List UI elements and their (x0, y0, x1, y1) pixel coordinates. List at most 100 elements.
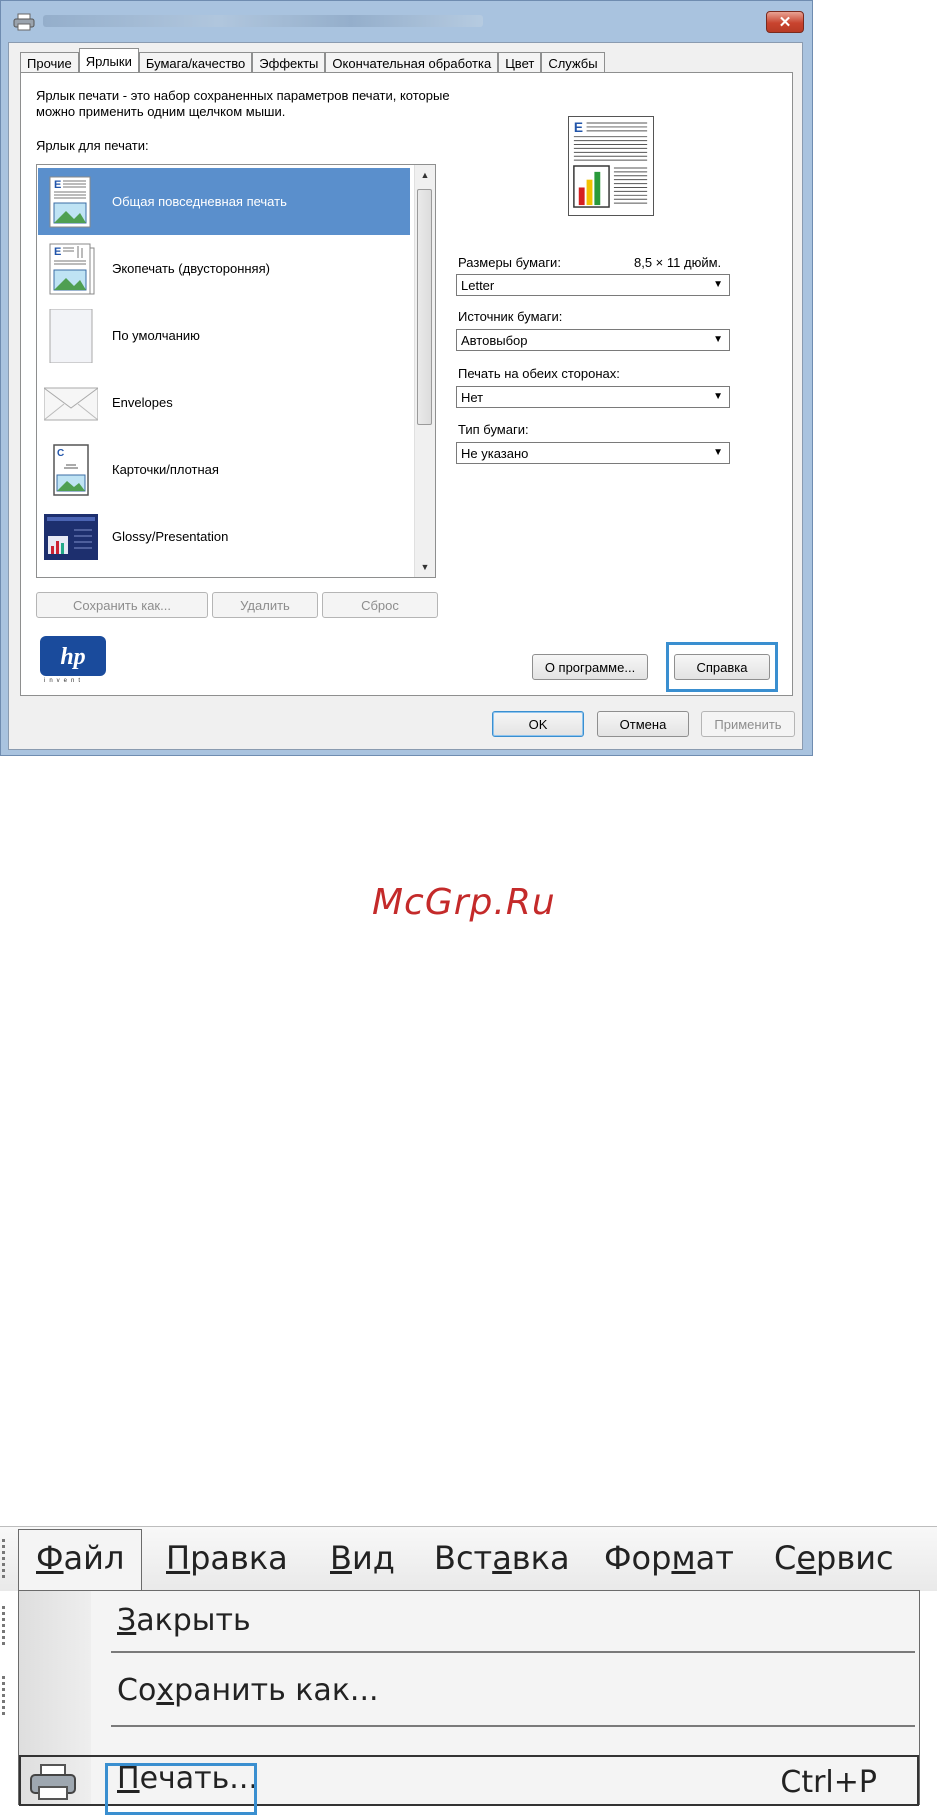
list-item-label: Экопечать (двусторонняя) (112, 261, 270, 276)
ok-button[interactable]: OK (492, 711, 584, 737)
reset-button[interactable]: Сброс (322, 592, 438, 618)
svg-text:E: E (54, 246, 61, 258)
title-bar[interactable]: ✕ (1, 1, 812, 43)
paper-size-selected: Letter (461, 277, 495, 293)
paper-size-label: Размеры бумаги: (458, 255, 561, 270)
menu-label-rest: ид (351, 1539, 395, 1577)
list-item[interactable]: C Карточки/плотная (38, 436, 410, 503)
duplex-selected: Нет (461, 389, 484, 405)
list-item[interactable]: E Экопечать (двусторонняя) (38, 235, 410, 302)
menu-label-pre: С (774, 1539, 797, 1577)
printer-icon (30, 1764, 76, 1800)
menu-label-rest: вка (511, 1539, 570, 1577)
dropdown-arrow-icon: ▼ (713, 391, 723, 402)
scroll-thumb[interactable] (417, 189, 432, 425)
tab-other[interactable]: Прочие (20, 52, 79, 74)
menu-separator (111, 1725, 915, 1727)
tab-shortcuts[interactable]: Ярлыки (78, 48, 139, 74)
menu-label-rest: айл (63, 1539, 125, 1577)
tab-effects[interactable]: Эффекты (252, 52, 326, 74)
list-item-label: Envelopes (112, 395, 173, 410)
menu-item-label: акрыть (136, 1603, 251, 1638)
accel-key: П (166, 1539, 191, 1577)
dropdown-arrow-icon: ▼ (713, 334, 723, 345)
list-item[interactable]: E Общая повседневная печать (38, 168, 410, 235)
close-button[interactable]: ✕ (766, 11, 804, 33)
paper-source-label: Источник бумаги: (458, 309, 563, 324)
page-preview-icon: E (568, 116, 654, 216)
accel-key: м (671, 1539, 696, 1577)
accel-key: З (117, 1603, 137, 1638)
close-icon: ✕ (778, 14, 792, 31)
svg-text:E: E (54, 179, 61, 191)
list-scrollbar[interactable]: ▲ ▼ (414, 165, 435, 577)
list-item-label: По умолчанию (112, 328, 200, 343)
delete-button[interactable]: Удалить (212, 592, 318, 618)
paper-source-select[interactable]: Автовыбор ▼ (456, 329, 730, 351)
blank-page-icon (49, 308, 93, 363)
shortcut-list[interactable]: E Общая повседневная печать E Экопечать … (36, 164, 436, 578)
duplex-select[interactable]: Нет ▼ (456, 386, 730, 408)
list-item-label: Карточки/плотная (112, 462, 219, 477)
print-highlight-frame (105, 1763, 257, 1815)
list-item[interactable]: Envelopes (38, 369, 410, 436)
paper-type-select[interactable]: Не указано ▼ (456, 442, 730, 464)
duplex-document-icon: E (49, 243, 95, 294)
menu-file[interactable]: Файл (36, 1539, 124, 1577)
menu-label-rest: равка (190, 1539, 288, 1577)
watermark: McGrp.Ru (372, 882, 556, 923)
paper-type-selected: Не указано (461, 445, 529, 461)
list-item[interactable]: Glossy/Presentation (38, 503, 410, 570)
menu-item-close[interactable]: Закрыть (117, 1603, 251, 1638)
scroll-down-arrow-icon[interactable]: ▼ (415, 557, 435, 577)
toolbar-grip-icon (2, 1539, 5, 1579)
tab-color[interactable]: Цвет (498, 52, 542, 74)
dropdown-arrow-icon: ▼ (713, 447, 723, 458)
paper-source-selected: Автовыбор (461, 332, 528, 348)
file-dropdown-menu: Закрыть Сохранить как... Печать... Ctrl+… (18, 1590, 920, 1815)
hp-tagline: invent (44, 678, 85, 684)
duplex-label: Печать на обеих сторонах: (458, 366, 620, 381)
list-item-label: Glossy/Presentation (112, 529, 229, 544)
menu-format[interactable]: Формат (604, 1539, 734, 1577)
description-line: Ярлык печати - это набор сохраненных пар… (36, 88, 450, 103)
paper-size-select[interactable]: Letter ▼ (456, 274, 730, 296)
accel-key: х (156, 1673, 175, 1708)
menu-label-rest: ат (695, 1539, 734, 1577)
tab-paper-quality[interactable]: Бумага/качество (138, 52, 253, 74)
about-button[interactable]: О программе... (532, 654, 648, 680)
cancel-button[interactable]: Отмена (597, 711, 689, 737)
menu-view[interactable]: Вид (330, 1539, 395, 1577)
svg-text:E: E (574, 120, 583, 135)
document-with-image-icon: E (49, 176, 91, 227)
tab-services[interactable]: Службы (541, 52, 605, 74)
menu-item-label: ранить как... (174, 1673, 379, 1708)
menu-item-save-as[interactable]: Сохранить как... (117, 1673, 379, 1708)
help-highlight-frame (666, 642, 778, 692)
shortcut-list-label: Ярлык для печати: (36, 138, 149, 153)
list-item[interactable]: По умолчанию (38, 302, 410, 369)
menu-insert[interactable]: Вставка (434, 1539, 570, 1577)
svg-text:hp: hp (60, 644, 85, 670)
menu-item-print[interactable]: Печать... Ctrl+P (19, 1755, 919, 1815)
paper-size-value: 8,5 × 11 дюйм. (634, 255, 722, 270)
paper-type-label: Тип бумаги: (458, 422, 529, 437)
window-title (43, 15, 483, 27)
description-line: можно применить одним щелчком мыши. (36, 104, 286, 119)
envelope-icon (44, 387, 98, 420)
menu-label-pre: Вст (434, 1539, 493, 1577)
save-as-button[interactable]: Сохранить как... (36, 592, 208, 618)
accel-key: В (330, 1539, 352, 1577)
tab-finishing[interactable]: Окончательная обработка (325, 52, 499, 74)
toolbar-grip-icon (2, 1676, 5, 1716)
tab-strip: Прочие Ярлыки Бумага/качество Эффекты Ок… (20, 48, 605, 74)
description-text: Ярлык печати - это набор сохраненных пар… (36, 88, 506, 120)
menu-edit[interactable]: Правка (166, 1539, 288, 1577)
scroll-up-arrow-icon[interactable]: ▲ (415, 165, 435, 185)
list-item-label: Общая повседневная печать (112, 194, 287, 209)
printer-icon (13, 13, 35, 31)
menu-label-pre: Фор (604, 1539, 672, 1577)
accel-key: е (796, 1539, 817, 1577)
apply-button[interactable]: Применить (701, 711, 795, 737)
menu-tools[interactable]: Сервис (774, 1539, 894, 1577)
